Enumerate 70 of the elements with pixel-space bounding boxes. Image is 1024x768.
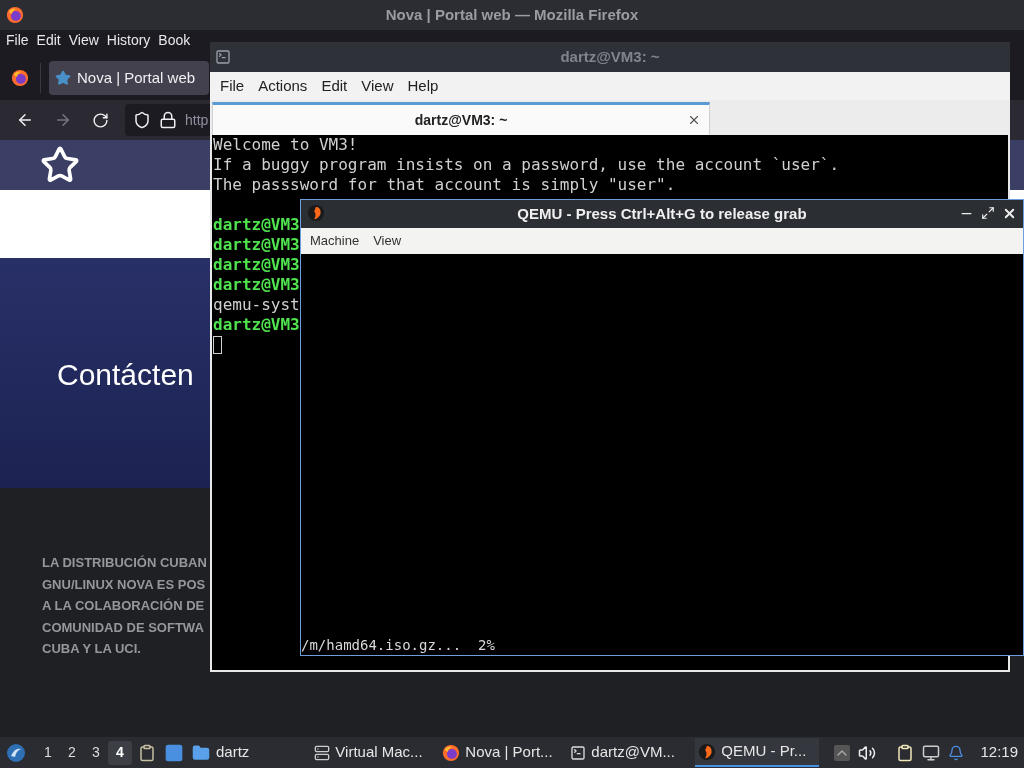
menu-item[interactable]: View — [355, 74, 400, 98]
terminal-line: If a buggy program insists on a password, use the account `user`. — [213, 155, 840, 175]
terminal-icon — [215, 49, 231, 65]
back-icon[interactable] — [16, 111, 34, 129]
network-icon[interactable] — [922, 743, 941, 762]
menu-item[interactable]: Edit — [32, 32, 65, 49]
window-title: QEMU - Press Ctrl+Alt+G to release grab — [517, 203, 807, 224]
task-button[interactable]: QEMU - Pr... — [695, 738, 820, 767]
forward-icon[interactable] — [54, 111, 72, 129]
prompt-text: dartz@VM3 — [213, 215, 300, 235]
workspace-button[interactable]: 1 — [36, 740, 60, 765]
star-logo-icon — [40, 145, 80, 185]
footer-text: GNU/LINUX NOVA ES POS — [42, 575, 206, 594]
maximize-icon[interactable] — [981, 206, 995, 220]
firefox-icon — [442, 743, 461, 762]
menu-item[interactable]: View — [64, 32, 103, 49]
menu-item[interactable]: Actions — [252, 74, 314, 98]
notification-icon[interactable] — [948, 744, 965, 761]
star-icon — [55, 70, 71, 86]
workspace-button[interactable]: 4 — [108, 740, 132, 765]
terminal-line: qemu-syst — [213, 295, 300, 315]
menu-item[interactable]: History — [102, 32, 155, 49]
task-button[interactable]: Nova | Port... — [439, 738, 564, 767]
prompt-text: dartz@VM3 — [213, 275, 300, 295]
menu-item[interactable]: Book — [154, 32, 195, 49]
clipboard-icon[interactable] — [896, 743, 915, 762]
footer-text: COMUNIDAD DE SOFTWA — [42, 618, 204, 637]
folder-icon — [192, 743, 210, 762]
prompt-text: dartz@VM3 — [213, 235, 300, 255]
prompt-text: dartz@VM3 — [213, 315, 300, 335]
url-field[interactable]: http — [125, 104, 213, 136]
window-title: dartz@VM3: ~ — [560, 46, 660, 67]
folder-button[interactable]: dartz — [190, 741, 252, 764]
hero-heading: Contácten — [57, 357, 194, 393]
terminal-icon — [570, 744, 587, 761]
window-icon[interactable] — [164, 742, 184, 763]
workspace-button[interactable]: 2 — [60, 740, 84, 765]
footer-text: CUBA Y LA UCI. — [42, 640, 141, 659]
firefox-icon — [6, 6, 24, 24]
workspace-button[interactable]: 3 — [84, 740, 108, 765]
menu-item[interactable]: File — [214, 74, 251, 98]
browser-tab[interactable]: Nova | Portal web — [49, 61, 209, 95]
menu-item[interactable]: Edit — [315, 74, 354, 98]
qemu-icon — [307, 204, 325, 222]
volume-icon[interactable] — [858, 743, 877, 762]
qemu-icon — [698, 742, 717, 761]
menu-item[interactable]: View — [367, 231, 408, 251]
task-button[interactable]: dartz@VM... — [567, 738, 692, 767]
footer-text: A LA COLABORACIÓN DE — [42, 597, 205, 616]
footer-text: LA DISTRIBUCIÓN CUBAN — [42, 554, 207, 572]
terminal-line: Welcome to VM3! — [213, 135, 358, 155]
start-menu-icon[interactable] — [6, 742, 26, 763]
terminal-tab[interactable]: dartz@VM3: ~ — [212, 102, 710, 135]
server-icon — [314, 744, 331, 761]
menu-item[interactable]: Machine — [304, 231, 366, 251]
reload-icon[interactable] — [92, 111, 109, 129]
firefox-icon — [11, 69, 29, 87]
clock[interactable]: 12:19 — [980, 741, 1018, 764]
window-title: Nova | Portal web — Mozilla Firefox — [385, 4, 639, 25]
console-text: /m/hamd64.iso.gz... 2% — [301, 636, 495, 654]
text-cursor — [213, 336, 222, 354]
terminal-line: The passsword for that account is simply "user". — [213, 175, 676, 195]
close-icon[interactable] — [687, 113, 701, 127]
menu-item[interactable]: File — [2, 32, 33, 49]
close-icon[interactable] — [1002, 206, 1017, 221]
task-button[interactable]: Virtual Mac... — [311, 738, 436, 767]
lock-icon — [159, 111, 177, 129]
prompt-text: dartz@VM3 — [213, 255, 300, 275]
shield-icon — [133, 111, 151, 129]
menu-item[interactable]: Help — [401, 74, 445, 98]
